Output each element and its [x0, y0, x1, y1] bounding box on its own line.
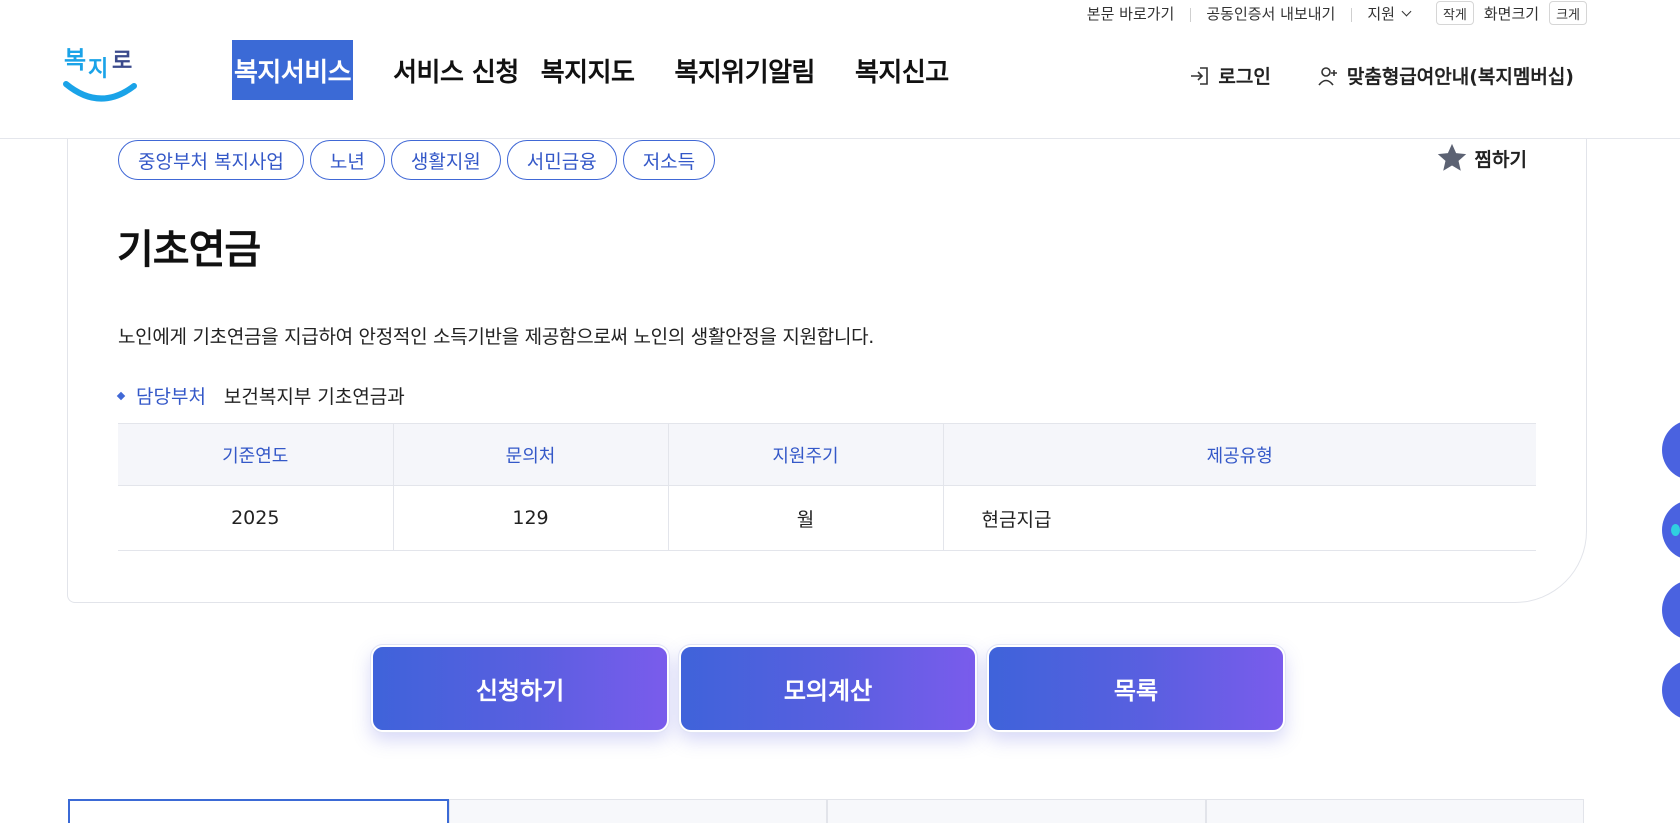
login-link[interactable]: 로그인 [1188, 62, 1271, 89]
service-detail-card: 중앙부처 복지사업 노년 생활지원 서민금융 저소득 찜하기 기초연금 노인에게… [67, 139, 1587, 603]
simulate-button[interactable]: 모의계산 [678, 644, 978, 733]
cell-contact: 129 [392, 485, 668, 551]
detail-tabs [68, 799, 1584, 823]
cell-support-cycle: 월 [667, 485, 943, 551]
detail-tab-1[interactable] [68, 799, 449, 823]
department-label: 담당부처 [136, 386, 206, 408]
star-icon [1437, 143, 1466, 171]
detail-tab-2[interactable] [448, 799, 827, 823]
skip-to-content-link[interactable]: 본문 바로가기 [1071, 3, 1191, 24]
nav-welfare-services[interactable]: 복지서비스 [232, 40, 354, 100]
font-small-button[interactable]: 작게 [1435, 1, 1474, 25]
font-large-button[interactable]: 크게 [1549, 1, 1587, 25]
nav-service-application[interactable]: 서비스 신청 [391, 40, 519, 100]
nav-welfare-map[interactable]: 복지지도 [539, 40, 653, 100]
bokjiro-logo-icon: 복 지 로 [63, 46, 137, 102]
svg-text:복: 복 [64, 46, 86, 74]
list-button[interactable]: 목록 [986, 644, 1286, 733]
cell-provision-type: 현금지급 [942, 485, 1536, 551]
login-label: 로그인 [1218, 66, 1271, 88]
site-logo[interactable]: 복 지 로 [62, 38, 142, 104]
chatbot-icon [1671, 524, 1680, 536]
quick-menu-button-4[interactable] [1662, 660, 1680, 720]
bookmark-button[interactable]: 찜하기 [1435, 141, 1527, 175]
svg-text:지: 지 [88, 57, 108, 82]
font-size-controls: 작게 화면크기 크게 [1435, 1, 1587, 25]
svg-text:로: 로 [112, 49, 132, 74]
export-certificate-link[interactable]: 공동인증서 내보내기 [1190, 3, 1351, 24]
header-support-cycle: 지원주기 [667, 423, 943, 486]
user-add-icon [1318, 66, 1337, 86]
service-description: 노인에게 기초연금을 지급하여 안정적인 소득기반을 제공함으로써 노인의 생활… [118, 326, 875, 348]
action-buttons: 신청하기 모의계산 목록 [370, 644, 1286, 733]
tag-elderly[interactable]: 노년 [309, 140, 385, 180]
tag-microfinance[interactable]: 서민금융 [506, 140, 617, 180]
nav-crisis-alert[interactable]: 복지위기알림 [672, 40, 833, 100]
service-title: 기초연금 [117, 227, 261, 273]
tag-central-ministry[interactable]: 중앙부처 복지사업 [118, 140, 304, 180]
font-size-label: 화면크기 [1483, 4, 1540, 23]
bookmark-label: 찜하기 [1474, 148, 1527, 171]
cell-base-year: 2025 [118, 485, 393, 551]
support-label: 지원 [1367, 4, 1395, 23]
detail-tab-3[interactable] [827, 799, 1206, 823]
apply-button[interactable]: 신청하기 [370, 644, 670, 733]
header-base-year: 기준연도 [118, 423, 393, 486]
table-row: 2025 129 월 현금지급 [118, 485, 1536, 551]
tag-living-support[interactable]: 생활지원 [390, 140, 501, 180]
support-dropdown[interactable]: 지원 [1351, 3, 1426, 24]
tag-low-income[interactable]: 저소득 [622, 140, 716, 180]
department-value: 보건복지부 기초연금과 [223, 386, 405, 408]
quick-menu-button-1[interactable] [1662, 420, 1680, 480]
header-contact: 문의처 [392, 423, 668, 486]
chevron-down-icon [1401, 6, 1412, 16]
export-certificate-label: 공동인증서 내보내기 [1206, 4, 1336, 23]
diamond-bullet-icon [116, 391, 126, 400]
membership-label: 맞춤형급여안내(복지멤버십) [1346, 66, 1574, 88]
department-info: 담당부처 보건복지부 기초연금과 [116, 382, 405, 409]
utility-bar: 본문 바로가기 공동인증서 내보내기 지원 작게 화면크기 크게 [1071, 0, 1587, 26]
main-navigation: 복지서비스 서비스 신청 복지지도 복지위기알림 복지신고 [232, 40, 987, 100]
header-provision-type: 제공유형 [942, 423, 1536, 486]
header-actions: 로그인 맞춤형급여안내(복지멤버십) [1188, 62, 1574, 89]
login-icon [1191, 66, 1209, 85]
quick-menu-button-2[interactable] [1662, 500, 1680, 560]
table-header-row: 기준연도 문의처 지원주기 제공유형 [118, 423, 1536, 486]
nav-welfare-report[interactable]: 복지신고 [853, 40, 967, 100]
service-tags: 중앙부처 복지사업 노년 생활지원 서민금융 저소득 [118, 140, 716, 180]
membership-link[interactable]: 맞춤형급여안내(복지멤버십) [1317, 62, 1574, 89]
skip-to-content-label: 본문 바로가기 [1086, 4, 1175, 23]
detail-tab-4[interactable] [1205, 799, 1584, 823]
quick-menu-button-3[interactable] [1662, 580, 1680, 640]
service-info-table: 기준연도 문의처 지원주기 제공유형 2025 129 월 현금지급 [118, 423, 1536, 551]
